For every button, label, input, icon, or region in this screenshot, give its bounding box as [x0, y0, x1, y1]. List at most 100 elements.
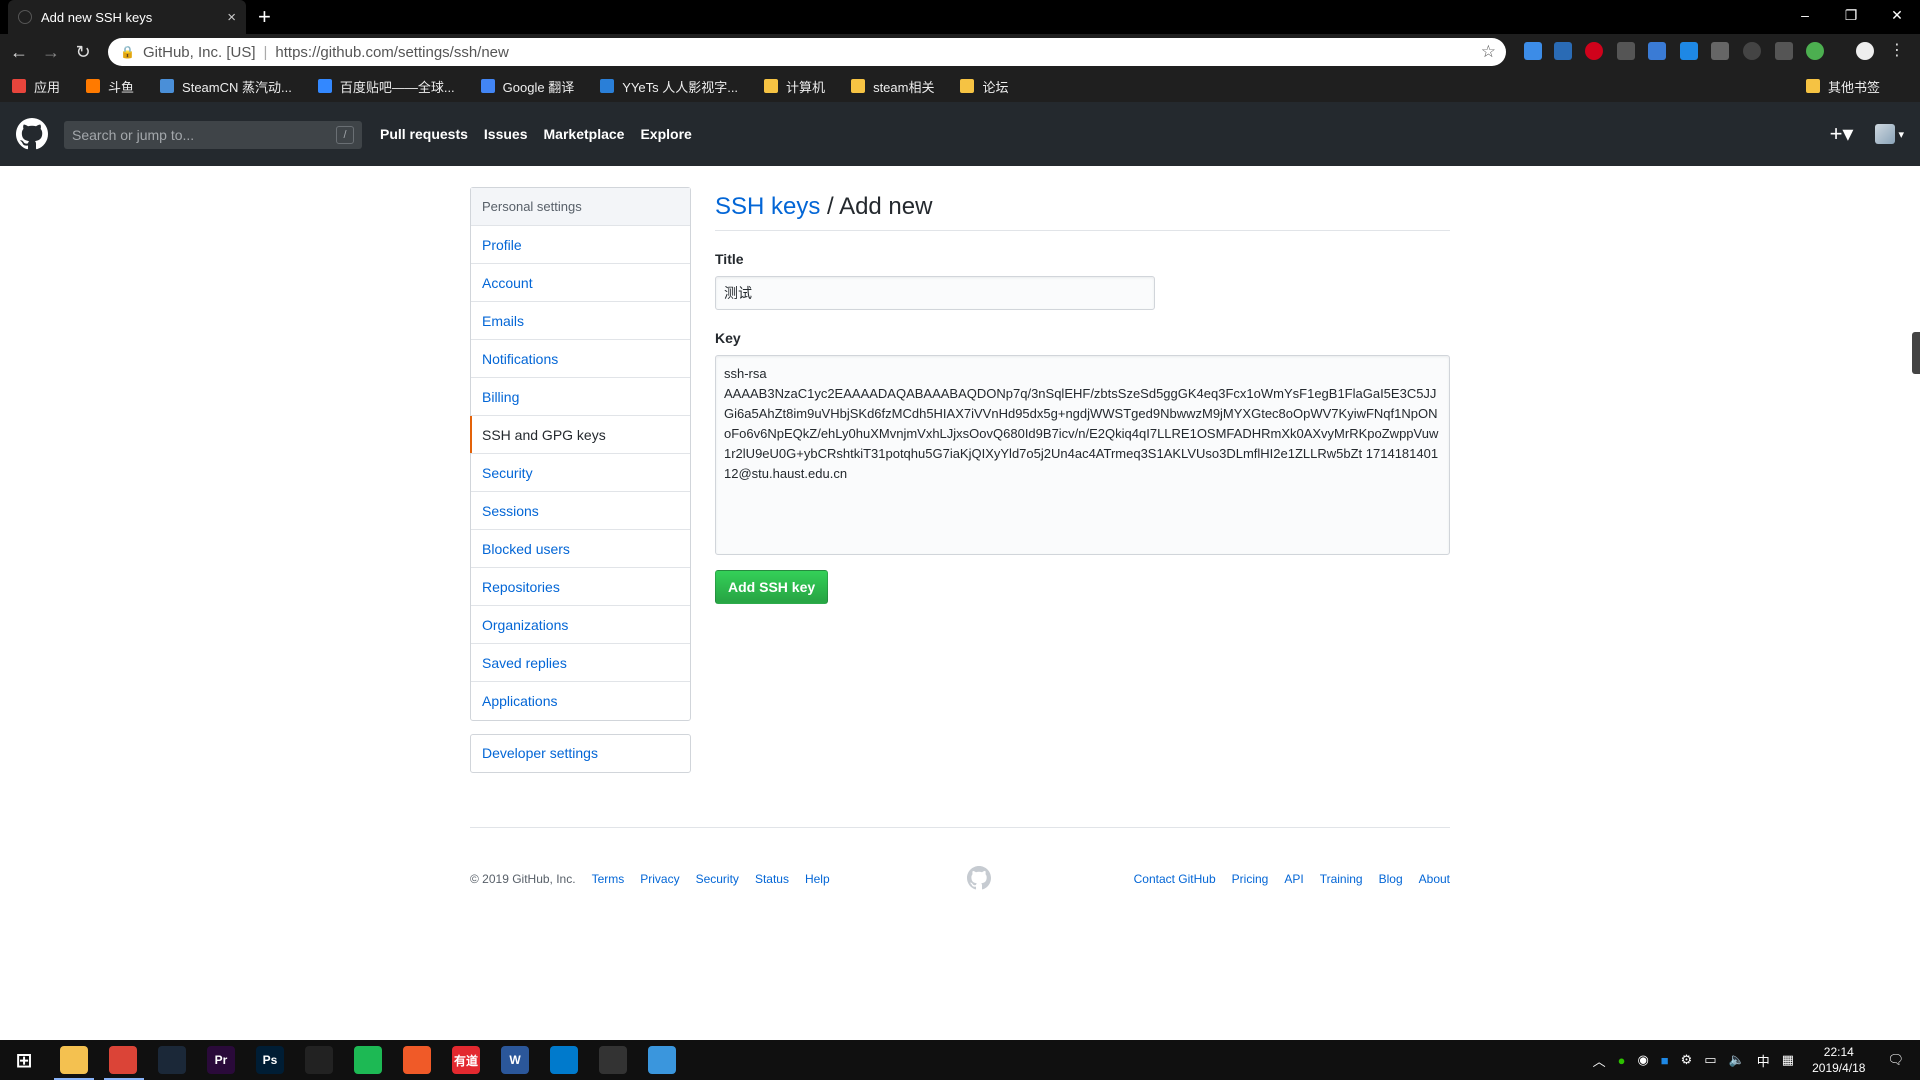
extension-icon-9[interactable] [1775, 42, 1793, 60]
taskbar-photoshop-icon[interactable]: Ps [256, 1046, 284, 1074]
bookmark-folder[interactable]: 论坛 [960, 77, 1008, 96]
tray-expand-icon[interactable]: ︿ [1593, 1051, 1606, 1070]
side-scroll-handle[interactable] [1912, 332, 1920, 374]
extension-icon-4[interactable] [1617, 42, 1635, 60]
restore-button[interactable]: ❐ [1828, 0, 1874, 30]
footer-link-training[interactable]: Training [1320, 872, 1363, 886]
sidebar-item-organizations[interactable]: Organizations [471, 606, 690, 644]
system-clock[interactable]: 22:14 2019/4/18 [1812, 1044, 1865, 1076]
wechat-tray-icon[interactable]: ● [1618, 1053, 1626, 1068]
extension-icon-10[interactable] [1806, 42, 1824, 60]
taskbar-spotify-icon[interactable] [354, 1046, 382, 1074]
nav-marketplace[interactable]: Marketplace [544, 126, 625, 142]
bookmark-star-icon[interactable]: ☆ [1481, 42, 1496, 62]
bookmark-item[interactable]: SteamCN 蒸汽动... [160, 77, 292, 96]
bookmark-item[interactable]: 百度贴吧——全球... [317, 77, 455, 96]
footer-link-api[interactable]: API [1284, 872, 1303, 886]
footer-link-terms[interactable]: Terms [592, 872, 625, 886]
search-input[interactable] [72, 127, 336, 143]
github-logo-icon[interactable] [16, 118, 48, 150]
footer-link-help[interactable]: Help [805, 872, 830, 886]
sidebar-item-billing[interactable]: Billing [471, 378, 690, 416]
taskbar-video-icon[interactable] [403, 1046, 431, 1074]
extension-icon-3[interactable] [1585, 42, 1603, 60]
nav-explore[interactable]: Explore [640, 126, 691, 142]
taskbar-word-icon[interactable]: W [501, 1046, 529, 1074]
extension-icon-8[interactable] [1743, 42, 1761, 60]
notifications-icon[interactable]: 🗨 [1887, 1052, 1904, 1068]
taskbar-chrome-icon[interactable] [109, 1046, 137, 1074]
bookmark-folder[interactable]: steam相关 [851, 77, 934, 96]
volume-tray-icon[interactable]: 🔈 [1729, 1052, 1745, 1068]
footer-link-status[interactable]: Status [755, 872, 789, 886]
extension-icon-7[interactable] [1711, 42, 1729, 60]
browser-tab[interactable]: Add new SSH keys × [8, 0, 246, 34]
new-tab-button[interactable]: + [258, 4, 271, 30]
forward-icon[interactable]: → [38, 42, 64, 63]
avatar-caret-icon[interactable]: ▾ [1898, 128, 1904, 141]
sidebar-item-sessions[interactable]: Sessions [471, 492, 690, 530]
sidebar-item-notifications[interactable]: Notifications [471, 340, 690, 378]
extension-icon-2[interactable] [1554, 42, 1572, 60]
footer-link-security[interactable]: Security [696, 872, 739, 886]
taskbar-file-explorer-icon[interactable] [60, 1046, 88, 1074]
bluetooth-tray-icon[interactable]: ■ [1661, 1053, 1669, 1068]
extension-icon-5[interactable] [1648, 42, 1666, 60]
bookmark-folder[interactable]: 计算机 [764, 77, 825, 96]
minimize-button[interactable]: – [1782, 0, 1828, 30]
taskbar-vscode-icon[interactable] [550, 1046, 578, 1074]
windows-start-icon[interactable]: ⊞ [10, 1046, 38, 1074]
footer-link-privacy[interactable]: Privacy [640, 872, 679, 886]
nav-pull-requests[interactable]: Pull requests [380, 126, 468, 142]
settings-tray-icon[interactable]: ⚙ [1681, 1052, 1693, 1068]
taskbar-steam-icon[interactable] [158, 1046, 186, 1074]
taskbar-premiere-icon[interactable]: Pr [207, 1046, 235, 1074]
avatar[interactable] [1875, 124, 1896, 144]
footer-link-about[interactable]: About [1419, 872, 1450, 886]
windows-taskbar: ⊞ Pr Ps 有道 W ︿ ● ◉ ■ ⚙ ▭ 🔈 中 ▦ 22:14 2019/4… [0, 1040, 1920, 1080]
taskbar-app-icon[interactable] [648, 1046, 676, 1074]
taskbar-youdao-icon[interactable]: 有道 [452, 1046, 480, 1074]
footer-link-pricing[interactable]: Pricing [1232, 872, 1269, 886]
github-mark-icon[interactable] [967, 866, 991, 890]
ime-indicator[interactable]: 中 [1757, 1051, 1770, 1070]
footer-link-contact[interactable]: Contact GitHub [1134, 872, 1216, 886]
title-field[interactable]: 测试 [715, 276, 1155, 310]
sidebar-item-account[interactable]: Account [471, 264, 690, 302]
bookmark-item[interactable]: 斗鱼 [86, 77, 134, 96]
sidebar-item-blocked-users[interactable]: Blocked users [471, 530, 690, 568]
extension-icon-1[interactable] [1524, 42, 1542, 60]
sidebar-item-applications[interactable]: Applications [471, 682, 690, 720]
sidebar-item-security[interactable]: Security [471, 454, 690, 492]
address-bar[interactable]: 🔒 GitHub, Inc. [US] | https://github.com… [108, 38, 1506, 66]
bookmark-item[interactable]: 应用 [12, 77, 60, 96]
add-ssh-key-button[interactable]: Add SSH key [715, 570, 829, 604]
extension-icon-6[interactable] [1680, 42, 1698, 60]
sidebar-item-developer-settings[interactable]: Developer settings [470, 734, 691, 773]
profile-icon[interactable] [1856, 42, 1874, 60]
sidebar-item-repositories[interactable]: Repositories [471, 568, 690, 606]
menu-kebab-icon[interactable]: ⋮ [1888, 42, 1906, 60]
sidebar-item-emails[interactable]: Emails [471, 302, 690, 340]
footer-link-blog[interactable]: Blog [1379, 872, 1403, 886]
nav-issues[interactable]: Issues [484, 126, 528, 142]
taskbar-git-icon[interactable] [599, 1046, 627, 1074]
back-icon[interactable]: ← [6, 42, 32, 63]
taskbar-vpn-icon[interactable] [305, 1046, 333, 1074]
close-window-button[interactable]: ✕ [1874, 0, 1920, 30]
reload-icon[interactable]: ↻ [70, 42, 96, 63]
folder-icon [764, 79, 779, 93]
other-bookmarks[interactable]: 其他书签 [1805, 77, 1880, 96]
bookmark-item[interactable]: Google 翻译 [480, 77, 574, 96]
keyboard-layout-icon[interactable]: ▦ [1782, 1052, 1794, 1068]
sidebar-item-profile[interactable]: Profile [471, 226, 690, 264]
close-tab-icon[interactable]: × [227, 9, 236, 26]
steam-tray-icon[interactable]: ◉ [1637, 1052, 1648, 1068]
key-textarea[interactable]: ssh-rsa AAAAB3NzaC1yc2EAAAADAQABAAABAQDO… [715, 355, 1450, 555]
breadcrumb-ssh-keys[interactable]: SSH keys [715, 193, 820, 220]
bookmark-item[interactable]: YYeTs 人人影视字... [600, 77, 738, 96]
sidebar-item-ssh-gpg-keys[interactable]: SSH and GPG keys [470, 416, 690, 454]
network-tray-icon[interactable]: ▭ [1704, 1052, 1716, 1068]
sidebar-item-saved-replies[interactable]: Saved replies [471, 644, 690, 682]
create-new-dropdown[interactable]: +▾ [1830, 121, 1854, 147]
